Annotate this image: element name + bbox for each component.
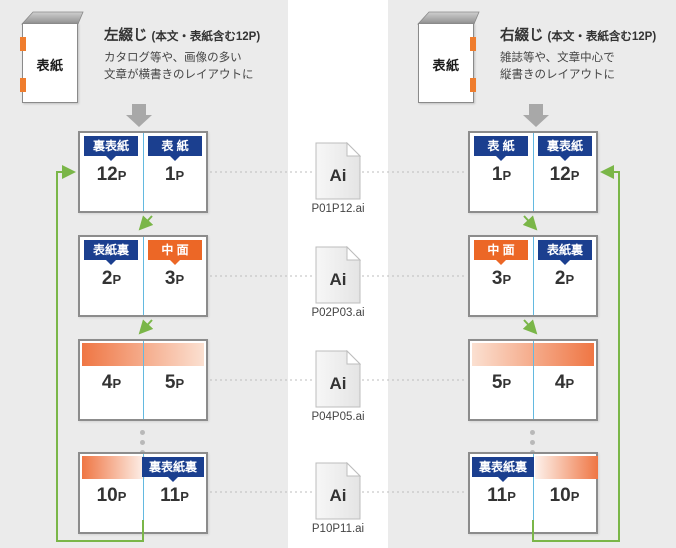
page-tag-left: 表紙裏 [84, 240, 138, 265]
page-tag-right: 裏表紙裏 [142, 457, 204, 482]
page-number-right: 4P [554, 372, 575, 393]
left-spread-2[interactable]: 表紙裏 中 面 2P 3P [78, 235, 208, 317]
right-book-illustration: 表紙 [417, 11, 482, 106]
svg-text:Ai: Ai [330, 270, 347, 289]
right-title-sub: (本文・表紙含む12P) [547, 31, 657, 43]
right-desc-line-1: 雑誌等や、文章中心で [500, 52, 615, 64]
page-number-right: 1P [164, 164, 185, 185]
left-flow-down-arrow-icon [126, 104, 152, 127]
spread-gradient-bar [535, 456, 598, 479]
left-section-title: 左綴じ (本文・表紙含む12P) [104, 24, 260, 45]
page-tag-right: 裏表紙 [538, 136, 592, 161]
ai-file-icon: Ai [315, 142, 361, 200]
page-tag-right: 表紙裏 [538, 240, 592, 265]
ai-file-name: P01P12.ai [311, 203, 365, 215]
binding-staple-top [20, 37, 26, 51]
svg-text:Ai: Ai [330, 166, 347, 185]
right-spread-1[interactable]: 表 紙 裏表紙 1P 12P [468, 131, 598, 213]
page-number-left: 5P [491, 372, 512, 393]
ai-file-icon: Ai [315, 246, 361, 304]
diagram-canvas: 表紙 左綴じ (本文・表紙含む12P) カタログ等や、画像の多い 文章が横書きの… [0, 0, 676, 548]
page-number-right: 3P [164, 268, 185, 289]
book-cover-face: 表紙 [22, 23, 78, 103]
right-section-title: 右綴じ (本文・表紙含む12P) [500, 24, 656, 45]
left-desc-line-2: 文章が横書きのレイアウトに [104, 69, 254, 81]
left-spread-4[interactable]: 裏表紙裏 10P 11P [78, 452, 208, 534]
page-tag-left: 表 紙 [474, 136, 528, 161]
page-number-left: 10P [96, 485, 127, 506]
right-desc-line-2: 縦書きのレイアウトに [500, 69, 615, 81]
binding-staple-bottom [20, 78, 26, 92]
binding-staple-top [470, 37, 476, 51]
spread-gradient-bar [82, 456, 145, 479]
left-spread-3[interactable]: 4P 5P [78, 339, 208, 421]
page-tag-left: 裏表紙裏 [472, 457, 534, 482]
page-number-left: 4P [101, 372, 122, 393]
page-number-right: 12P [549, 164, 580, 185]
page-tag-right: 表 紙 [148, 136, 202, 161]
ai-file-icon: Ai [315, 462, 361, 520]
page-number-right: 10P [549, 485, 580, 506]
left-section-description: カタログ等や、画像の多い 文章が横書きのレイアウトに [104, 50, 254, 84]
page-number-left: 3P [491, 268, 512, 289]
left-spread-1[interactable]: 裏表紙 表 紙 12P 1P [78, 131, 208, 213]
ai-file-name: P04P05.ai [311, 411, 365, 423]
page-tag-left: 裏表紙 [84, 136, 138, 161]
svg-text:Ai: Ai [330, 374, 347, 393]
left-book-illustration: 表紙 [20, 11, 86, 106]
svg-text:Ai: Ai [330, 486, 347, 505]
book-cover-label: 表紙 [432, 58, 460, 73]
page-number-right: 2P [554, 268, 575, 289]
right-spread-2[interactable]: 中 面 表紙裏 3P 2P [468, 235, 598, 317]
right-section-description: 雑誌等や、文章中心で 縦書きのレイアウトに [500, 50, 615, 84]
ai-file-name: P02P03.ai [311, 307, 365, 319]
page-number-left: 1P [491, 164, 512, 185]
page-number-right: 11P [160, 485, 189, 506]
right-title-main: 右綴じ [500, 28, 544, 44]
page-number-right: 5P [164, 372, 185, 393]
right-spread-3[interactable]: 5P 4P [468, 339, 598, 421]
ai-file-icon: Ai [315, 350, 361, 408]
book-cover-label: 表紙 [36, 58, 64, 73]
book-cover-face: 表紙 [418, 23, 474, 103]
page-number-left: 12P [96, 164, 127, 185]
page-number-left: 2P [101, 268, 122, 289]
page-tag-right: 中 面 [148, 240, 202, 265]
right-flow-down-arrow-icon [523, 104, 549, 127]
binding-staple-bottom [470, 78, 476, 92]
left-title-main: 左綴じ [104, 28, 148, 44]
ai-file-name: P10P11.ai [311, 523, 365, 535]
page-number-left: 11P [487, 485, 516, 506]
left-title-sub: (本文・表紙含む12P) [151, 31, 261, 43]
right-spread-4[interactable]: 裏表紙裏 11P 10P [468, 452, 598, 534]
page-tag-left: 中 面 [474, 240, 528, 265]
left-desc-line-1: カタログ等や、画像の多い [104, 52, 242, 64]
